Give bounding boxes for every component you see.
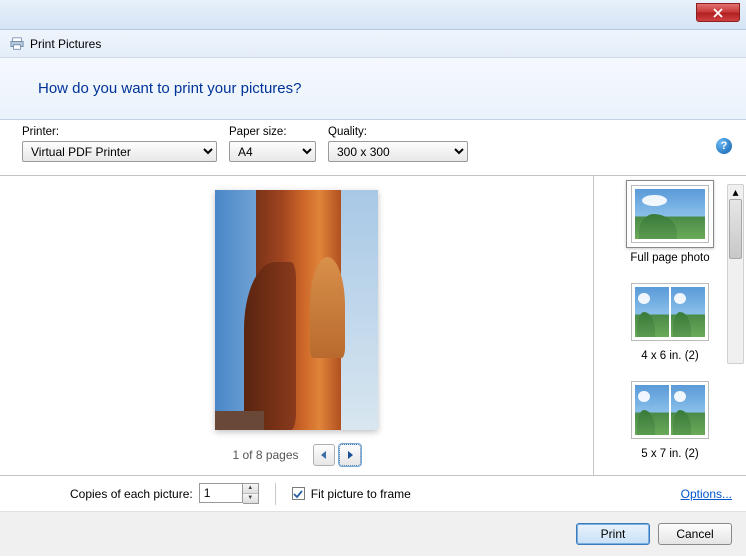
main-area: 1 of 8 pages Full page photo 4 x 6 in. (2… (0, 176, 746, 476)
action-row: Print Cancel (0, 512, 746, 556)
fit-to-frame-label: Fit picture to frame (311, 487, 411, 501)
copies-label: Copies of each picture: (70, 487, 193, 501)
preview-pane: 1 of 8 pages (0, 176, 594, 475)
layout-option[interactable]: Full page photo (594, 180, 746, 264)
preview-image (215, 190, 378, 430)
prev-page-button[interactable] (313, 444, 335, 466)
next-page-button[interactable] (339, 444, 361, 466)
scroll-up-icon[interactable]: ▴ (728, 185, 743, 198)
layout-label: 5 x 7 in. (2) (641, 448, 699, 460)
printer-icon (10, 37, 24, 51)
layout-scrollbar[interactable]: ▴ (727, 184, 744, 364)
printer-label: Printer: (22, 126, 217, 138)
layout-sidebar: Full page photo 4 x 6 in. (2) 5 x 7 in. (2… (594, 176, 746, 475)
arrow-right-icon (344, 449, 356, 461)
paper-size-select[interactable]: A4 (229, 141, 316, 162)
quality-select[interactable]: 300 x 300 (328, 141, 468, 162)
close-icon (713, 8, 723, 18)
copies-up-button[interactable]: ▲ (243, 484, 258, 494)
paper-size-label: Paper size: (229, 126, 316, 138)
copies-spinner[interactable]: ▲ ▼ (199, 483, 259, 504)
layout-option[interactable]: 4 x 6 in. (2) (594, 278, 746, 362)
divider (275, 483, 276, 505)
close-button[interactable] (696, 3, 740, 22)
cancel-button[interactable]: Cancel (658, 523, 732, 545)
quality-label: Quality: (328, 126, 468, 138)
pager: 1 of 8 pages (232, 444, 360, 466)
copies-down-button[interactable]: ▼ (243, 494, 258, 504)
help-button[interactable]: ? (716, 138, 732, 154)
arrow-left-icon (318, 449, 330, 461)
titlebar (0, 0, 746, 30)
header-row: Print Pictures (0, 30, 746, 58)
print-button[interactable]: Print (576, 523, 650, 545)
layout-label: 4 x 6 in. (2) (641, 350, 699, 362)
pager-text: 1 of 8 pages (232, 448, 298, 462)
layout-label: Full page photo (630, 252, 709, 264)
printer-select[interactable]: Virtual PDF Printer (22, 141, 217, 162)
options-link[interactable]: Options... (681, 487, 732, 501)
layout-option[interactable]: 5 x 7 in. (2) (594, 376, 746, 460)
options-row: Copies of each picture: ▲ ▼ Fit picture … (0, 476, 746, 512)
copies-input[interactable] (199, 483, 243, 503)
fit-to-frame-checkbox[interactable] (292, 487, 305, 500)
print-settings-row: Printer: Virtual PDF Printer Paper size:… (0, 120, 746, 176)
banner-text: How do you want to print your pictures? (38, 80, 301, 97)
checkmark-icon (293, 489, 303, 499)
scroll-thumb[interactable] (729, 199, 742, 259)
window-title: Print Pictures (30, 37, 101, 51)
instruction-banner: How do you want to print your pictures? (0, 58, 746, 120)
